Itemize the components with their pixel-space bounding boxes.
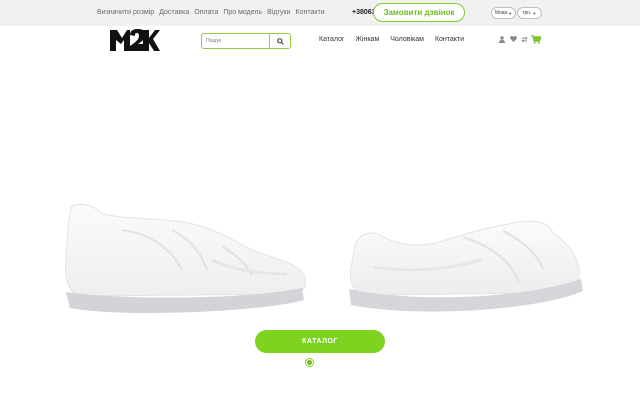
top-link-payment[interactable]: Оплата	[194, 9, 218, 16]
top-links: Визначити розмір Доставка Оплата Про мод…	[97, 9, 325, 16]
site-logo[interactable]	[110, 29, 160, 56]
slider-dot-fill	[307, 360, 312, 365]
nav-contacts[interactable]: Контакти	[435, 36, 464, 43]
header-icons	[498, 34, 541, 44]
top-link-about-model[interactable]: Про модель	[223, 9, 262, 16]
phone-number[interactable]: +38063	[352, 9, 374, 16]
cart-icon[interactable]	[531, 34, 541, 44]
nav-women[interactable]: Жінкам	[355, 36, 379, 43]
chevron-down-icon: ▼	[532, 10, 537, 16]
currency-select[interactable]: грн. ▼	[517, 7, 542, 19]
logo-icon	[110, 29, 160, 51]
search-input[interactable]	[204, 35, 270, 47]
callback-button[interactable]: Замовити дзвінок	[373, 3, 465, 22]
catalog-button[interactable]: КАТАЛОГ	[255, 330, 385, 353]
top-link-delivery[interactable]: Доставка	[159, 9, 189, 16]
top-link-size[interactable]: Визначити розмір	[97, 9, 154, 16]
main-nav: Каталог Жінкам Чоловікам Контакти	[319, 36, 464, 43]
sneaker-image-right	[349, 220, 583, 312]
nav-men[interactable]: Чоловікам	[390, 36, 424, 43]
chevron-down-icon: ▼	[508, 10, 513, 16]
search-box	[201, 33, 291, 49]
language-value: Мова	[494, 10, 508, 16]
slider-dot-active[interactable]	[305, 358, 314, 367]
top-bar: Визначити розмір Доставка Оплата Про мод…	[0, 0, 640, 26]
sneaker-image-left	[65, 203, 306, 314]
search-button[interactable]	[269, 34, 290, 48]
search-icon	[276, 37, 284, 45]
compare-icon[interactable]	[520, 35, 528, 43]
top-link-reviews[interactable]: Відгуки	[267, 9, 290, 16]
heart-icon[interactable]	[509, 35, 517, 43]
language-select[interactable]: Мова ▼	[491, 7, 516, 19]
user-icon[interactable]	[498, 35, 506, 43]
currency-value: грн.	[522, 10, 532, 16]
top-link-contacts[interactable]: Контакти	[296, 9, 325, 16]
nav-catalog[interactable]: Каталог	[319, 36, 344, 43]
